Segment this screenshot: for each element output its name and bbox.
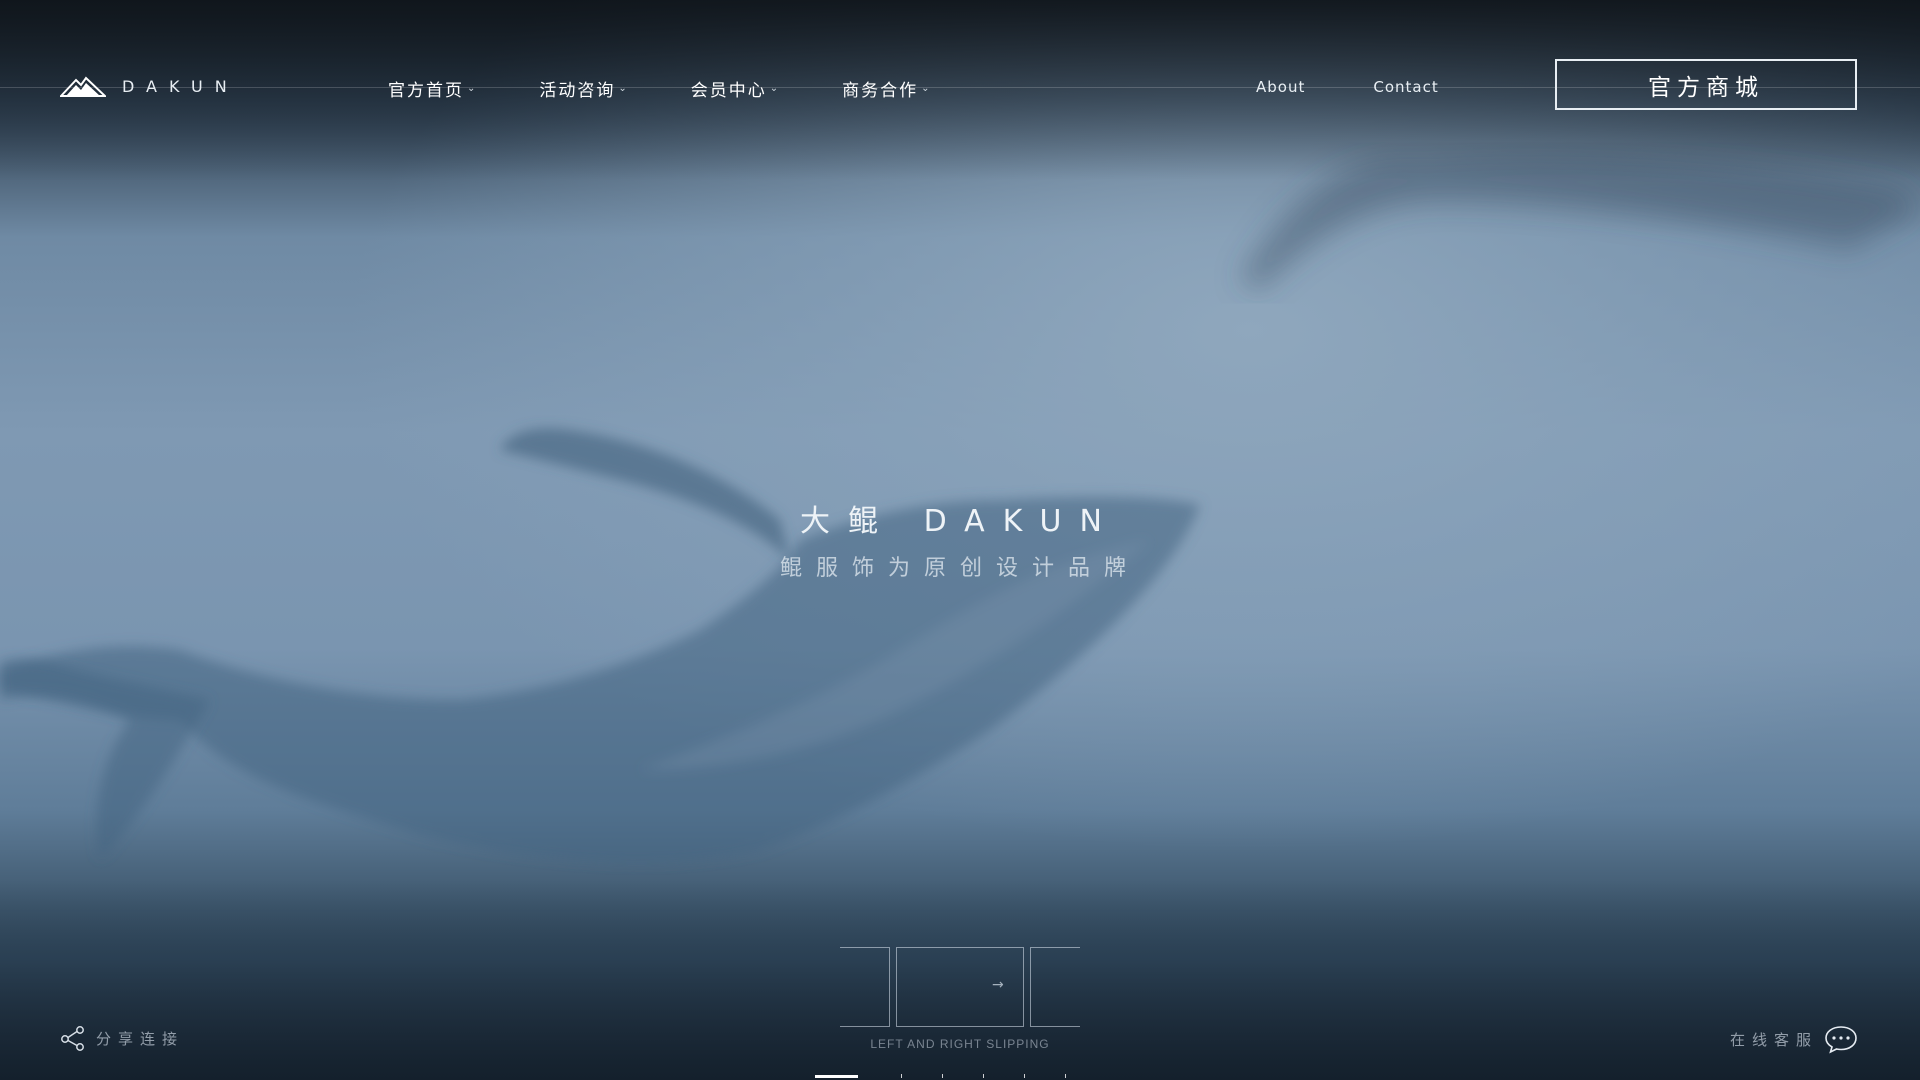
share-label: 分享连接 — [96, 1029, 185, 1048]
pager-dot[interactable] — [1065, 1074, 1066, 1078]
slide-frame-right — [1030, 947, 1080, 1027]
service-label: 在线客服 — [1730, 1030, 1819, 1049]
hero-title: 大鲲 DAKUN — [800, 504, 1120, 539]
nav-item-label: 官方首页 — [388, 81, 464, 101]
header-links: About Contact — [1256, 78, 1507, 96]
nav-item-business[interactable]: 商务合作 ⌄ — [842, 76, 931, 101]
pager-dot[interactable] — [983, 1074, 984, 1078]
nav-item-label: 商务合作 — [842, 81, 919, 101]
chevron-down-icon: ⌄ — [921, 83, 932, 94]
slide-frame-left — [840, 947, 890, 1027]
chevron-down-icon: ⌄ — [467, 83, 478, 94]
nav-item-label: 活动咨询 — [539, 81, 616, 101]
online-service-link[interactable]: 在线客服 — [1730, 1024, 1858, 1054]
slide-hint-graphic[interactable]: → — [840, 947, 1080, 1027]
slide-frame-center — [896, 947, 1024, 1027]
nav-item-home[interactable]: 官方首页 ⌄ — [388, 76, 477, 101]
slide-hint-label: LEFT AND RIGHT SLIPPING — [870, 1037, 1050, 1051]
chat-bubble-icon — [1825, 1026, 1857, 1054]
pager-dot[interactable] — [1024, 1074, 1025, 1078]
share-icon — [61, 1026, 84, 1051]
contact-link[interactable]: Contact — [1373, 78, 1438, 96]
hero-subtitle: 鲲服饰为原创设计品牌 — [779, 556, 1140, 581]
mountain-icon — [60, 76, 106, 97]
chevron-down-icon: ⌄ — [618, 83, 629, 94]
brand-logo[interactable]: DAKUN — [60, 74, 239, 98]
nav-item-members[interactable]: 会员中心 ⌄ — [691, 76, 780, 101]
about-link[interactable]: About — [1256, 78, 1305, 96]
official-store-button[interactable]: 官方商城 — [1555, 59, 1857, 110]
pager-dot[interactable] — [901, 1074, 902, 1078]
brand-name: DAKUN — [122, 76, 239, 96]
pager-dot[interactable] — [942, 1074, 943, 1078]
chevron-down-icon: ⌄ — [769, 83, 781, 94]
main-nav: 官方首页 ⌄ 活动咨询 ⌄ 会员中心 ⌄ 商务合作 ⌄ — [388, 76, 994, 101]
arrow-right-icon: → — [992, 977, 1004, 993]
share-link[interactable]: 分享连接 — [60, 1025, 184, 1051]
nav-item-events[interactable]: 活动咨询 ⌄ — [539, 76, 628, 101]
pager-active-indicator[interactable] — [815, 1075, 858, 1078]
nav-item-label: 会员中心 — [690, 81, 767, 101]
slide-pager — [815, 1074, 1066, 1078]
